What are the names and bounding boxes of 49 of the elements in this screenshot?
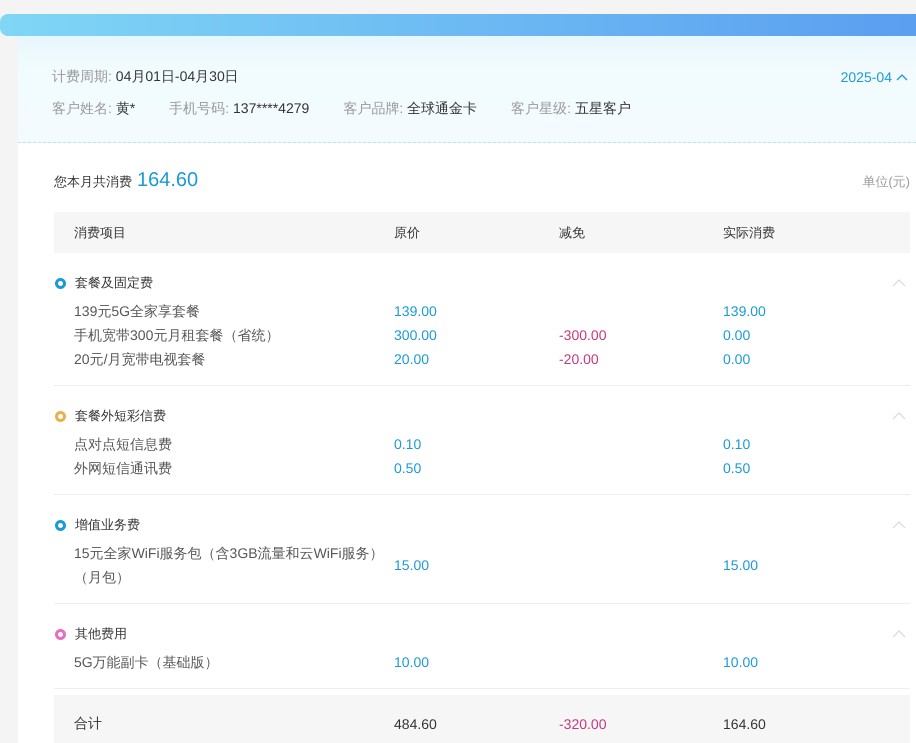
table-cell: 164.60 [723,716,766,732]
total-amount: 164.60 [137,169,198,192]
table-cell-text: 15元全家WiFi服务包（含3GB流量和云WiFi服务）（月包） [73,544,385,587]
table-cell: 15.00 [723,557,758,573]
table-cell: 10.00 [394,654,430,670]
total-label: 您本月共消费 [54,173,132,191]
table-cell: 0.00 [723,327,750,343]
customer-field: 客户姓名: 黄* [52,100,136,118]
table-cell: 300.00 [394,327,437,343]
group-title: 套餐及固定费 [75,274,153,292]
month-selector[interactable]: 2025-04 [840,69,908,85]
table-cell-text: 5G万能副卡（基础版） [73,653,220,672]
table-cell: -300.00 [559,327,606,343]
table-cell-text: 合计 [73,715,103,733]
column-header: 实际消费 [723,224,776,242]
table-cell-text: 20元/月宽带电视套餐 [73,350,206,369]
table-cell-text: 外网短信通讯费 [73,459,173,478]
table-cell: 15.00 [394,557,430,573]
table-cell: 0.50 [394,460,422,476]
group-title: 其他费用 [75,625,127,643]
group-title: 增值业务费 [75,516,140,534]
customer-field: 客户星级: 五星客户 [511,100,631,118]
table-cell-text: 点对点短信息费 [73,435,173,454]
table-cell: 10.00 [723,654,758,670]
chevron-icon[interactable] [892,630,906,638]
chevron-icon [896,73,908,81]
table-cell: -20.00 [559,351,599,367]
table-cell: 0.00 [723,351,750,367]
billing-period: 计费周期: 04月01日-04月30日 [52,68,239,86]
column-header: 减免 [559,224,586,242]
chevron-icon[interactable] [892,521,906,529]
table-cell: 139.00 [723,303,766,319]
column-header: 消费项目 [73,224,127,242]
table-cell: 0.10 [723,436,750,452]
column-header: 原价 [394,224,421,242]
chevron-icon[interactable] [892,279,906,287]
table-cell-text: 手机宽带300元月租套餐（省统） [73,326,280,345]
table-cell: 484.60 [394,716,437,732]
customer-field: 客户品牌: 全球通金卡 [343,100,478,118]
table-cell: 0.10 [394,436,422,452]
table-cell: 139.00 [394,303,437,319]
table-cell: 20.00 [394,351,430,367]
table-cell: -320.00 [559,716,606,732]
table-cell-text: 139元5G全家享套餐 [73,302,202,321]
group-title: 套餐外短彩信费 [75,407,166,425]
customer-field: 手机号码: 137****4279 [169,100,310,118]
chevron-icon[interactable] [892,412,906,420]
unit-label: 单位(元) [862,173,910,191]
table-cell: 0.50 [723,460,750,476]
